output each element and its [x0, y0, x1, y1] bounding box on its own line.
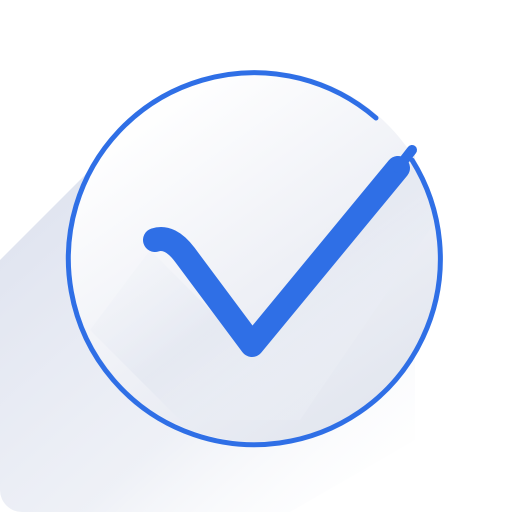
app-icon — [0, 0, 512, 512]
checkmark-circle-icon — [0, 70, 443, 512]
